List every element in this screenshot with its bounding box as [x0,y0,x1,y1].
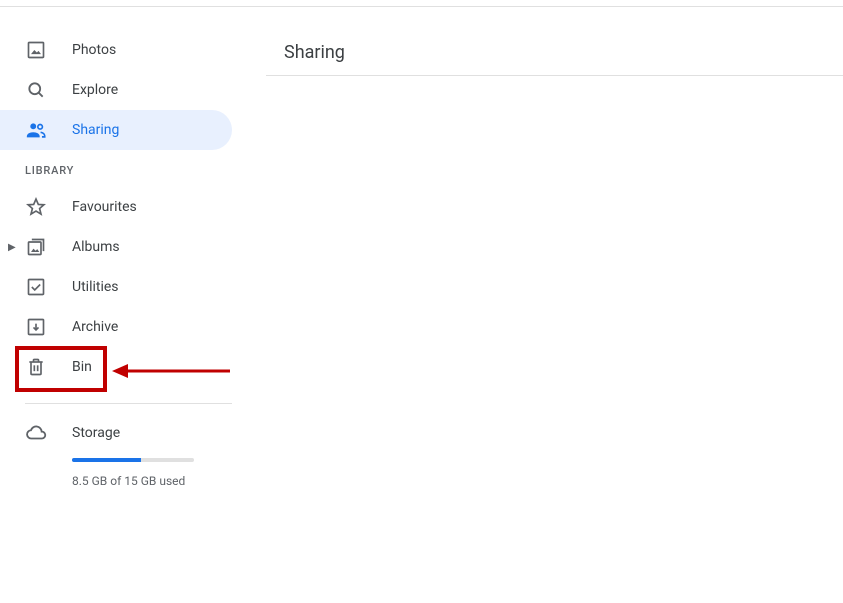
sidebar-item-favourites[interactable]: Favourites [0,187,232,227]
page-title: Sharing [266,30,843,75]
sidebar-item-photos[interactable]: Photos [0,30,232,70]
sidebar-item-label: Sharing [72,122,119,138]
divider [25,403,232,404]
search-icon [25,79,47,101]
star-icon [25,196,47,218]
sidebar-item-utilities[interactable]: Utilities [0,267,232,307]
sidebar: Photos Explore Sharing LIBRARY [0,30,232,488]
sidebar-item-label: Explore [72,82,118,98]
sidebar-item-explore[interactable]: Explore [0,70,232,110]
sidebar-item-label: Albums [72,239,120,255]
storage-section[interactable]: Storage 8.5 GB of 15 GB used [0,422,232,488]
chevron-right-icon: ▶ [8,242,16,253]
sidebar-item-label: Favourites [72,199,137,215]
storage-progress-bar [72,458,194,462]
sidebar-item-sharing[interactable]: Sharing [0,110,232,150]
sidebar-item-archive[interactable]: Archive [0,307,232,347]
trash-icon [25,356,47,378]
storage-label: Storage [72,425,120,441]
sidebar-item-label: Photos [72,42,116,58]
cloud-icon [25,422,47,444]
library-section-header: LIBRARY [0,150,232,187]
sidebar-item-label: Utilities [72,279,119,295]
storage-progress-fill [72,458,141,462]
photos-icon [25,39,47,61]
utilities-icon [25,276,47,298]
people-icon [25,119,47,141]
sidebar-item-albums[interactable]: ▶ Albums [0,227,232,267]
storage-usage-text: 8.5 GB of 15 GB used [72,474,232,488]
archive-icon [25,316,47,338]
album-icon [25,236,47,258]
sidebar-item-bin[interactable]: Bin [0,347,232,387]
main-content: Sharing [266,30,843,76]
sidebar-item-label: Bin [72,359,92,375]
main-divider [266,75,843,76]
sidebar-item-label: Archive [72,319,118,335]
top-border [0,6,843,7]
